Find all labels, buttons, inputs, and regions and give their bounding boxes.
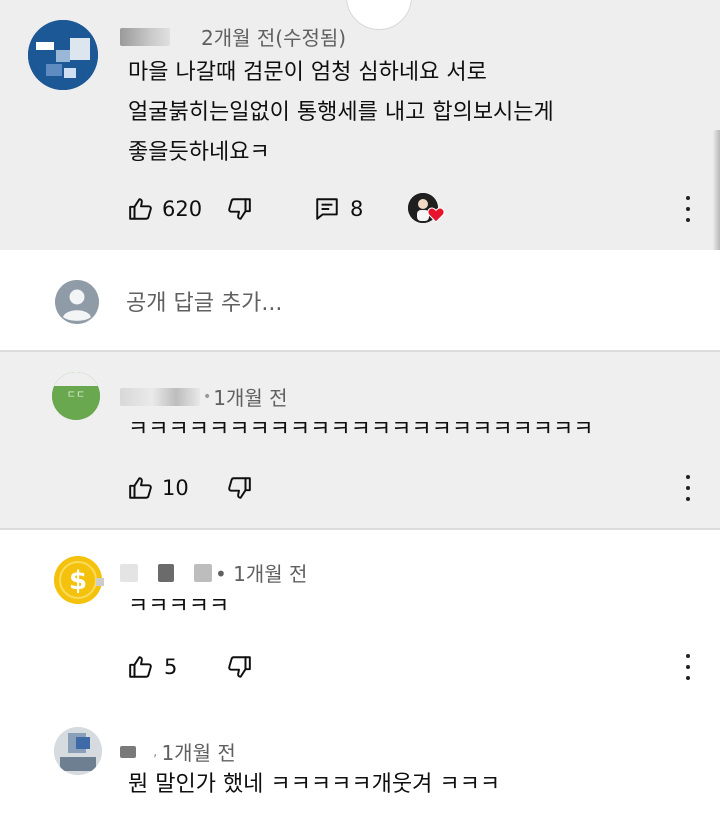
user-avatar-icon <box>55 280 99 324</box>
reply-count: 8 <box>350 197 364 221</box>
author-name-blurred[interactable] <box>120 745 136 758</box>
creator-heart-badge <box>408 193 448 229</box>
like-count: 10 <box>162 476 189 500</box>
comment-thread-highlighted: 2개월 전(수정됨) 마을 나갈때 검문이 엄청 심하네요 서로 얼굴붉히는일없… <box>0 0 720 250</box>
dollar-coin-avatar[interactable]: $ <box>54 556 102 604</box>
dislike-button[interactable] <box>226 654 252 680</box>
like-button[interactable]: 5 <box>128 654 177 680</box>
comment-meta: , 1개월 전 <box>120 737 236 766</box>
thumbs-down-icon <box>226 654 252 680</box>
creator-heart-icon <box>427 206 445 227</box>
author-name-blurred[interactable] <box>120 563 138 582</box>
author-name-blurred[interactable] <box>120 27 170 46</box>
comment-timestamp: 1개월 전 <box>161 741 236 765</box>
reply-highlighted: ㄷㄷ • 1개월 전 ㅋㅋㅋㅋㅋㅋㅋㅋㅋㅋㅋㅋㅋㅋㅋㅋㅋㅋㅋㅋㅋㅋㅋ 10 <box>0 352 720 530</box>
comment-text: ㅋㅋㅋㅋㅋ <box>128 594 230 619</box>
author-name-blurred[interactable] <box>120 387 200 406</box>
thumbs-down-icon <box>226 475 252 501</box>
more-vert-icon[interactable] <box>683 475 693 501</box>
dislike-button[interactable] <box>226 196 252 222</box>
comment-meta: • 1개월 전 <box>120 382 288 411</box>
reply: $ • 1개월 전 ㅋㅋㅋㅋㅋ 5 <box>0 530 720 705</box>
reply-comment-icon <box>314 196 340 222</box>
avatar[interactable] <box>28 20 98 90</box>
comment-text: 마을 나갈때 검문이 엄청 심하네요 서로 얼굴붉히는일없이 통행세를 내고 합… <box>128 60 554 165</box>
svg-text:$: $ <box>69 566 87 596</box>
avatar[interactable]: ㄷㄷ <box>52 372 100 420</box>
comment-text: 뭔 말인가 했네 ㅋㅋㅋㅋㅋ개웃겨 ㅋㅋㅋ <box>128 772 501 797</box>
thumbs-up-icon <box>128 654 154 680</box>
like-button[interactable]: 10 <box>128 475 189 501</box>
comment-timestamp: • 1개월 전 <box>215 562 308 586</box>
avatar[interactable] <box>54 727 102 775</box>
reply: , 1개월 전 뭔 말인가 했네 ㅋㅋㅋㅋㅋ개웃겨 ㅋㅋㅋ <box>0 705 720 831</box>
thumbs-down-icon <box>226 196 252 222</box>
like-count: 620 <box>162 197 203 221</box>
thumbs-up-icon <box>128 475 154 501</box>
svg-text:ㄷㄷ: ㄷㄷ <box>67 390 85 401</box>
reply-input[interactable]: 공개 답글 추가... <box>126 285 282 317</box>
thumbs-up-icon <box>128 196 154 222</box>
comment-timestamp: 2개월 전(수정됨) <box>201 26 347 50</box>
more-vert-icon[interactable] <box>683 196 693 222</box>
like-button[interactable]: 620 <box>128 196 202 222</box>
comment-timestamp: 1개월 전 <box>213 386 288 410</box>
replies-button[interactable]: 8 <box>314 196 363 222</box>
more-vert-icon[interactable] <box>683 654 693 680</box>
comment-meta: • 1개월 전 <box>120 558 307 587</box>
avatar-badge <box>96 578 104 586</box>
add-reply-row[interactable]: 공개 답글 추가... <box>0 250 720 352</box>
like-count: 5 <box>164 655 178 679</box>
comment-text: ㅋㅋㅋㅋㅋㅋㅋㅋㅋㅋㅋㅋㅋㅋㅋㅋㅋㅋㅋㅋㅋㅋㅋ <box>128 417 594 442</box>
dislike-button[interactable] <box>226 475 252 501</box>
comment-meta: 2개월 전(수정됨) <box>120 22 346 51</box>
